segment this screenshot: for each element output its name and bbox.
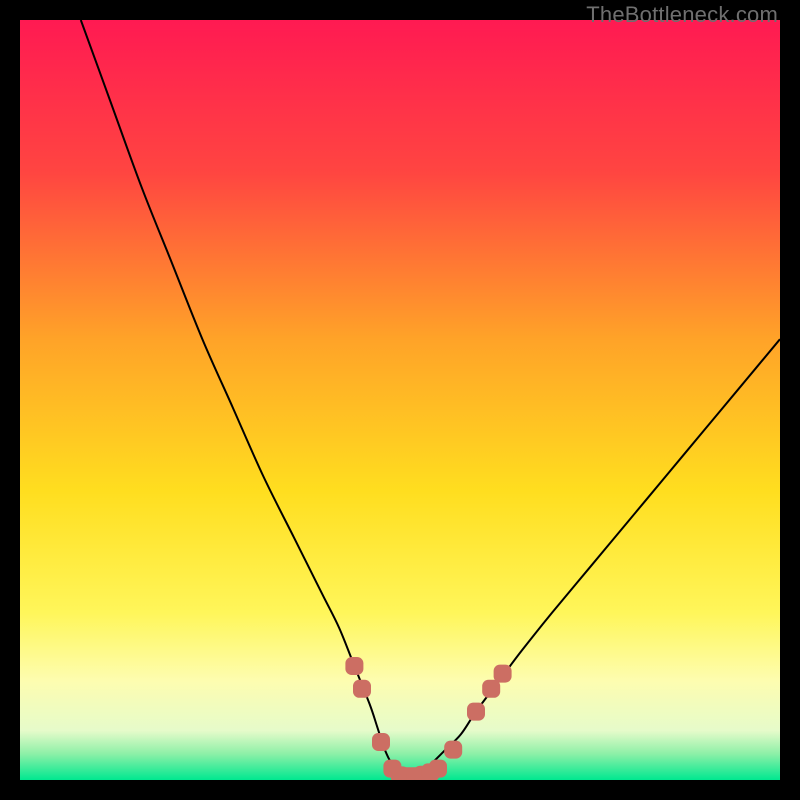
highlight-marker [467, 703, 485, 721]
chart-root: TheBottleneck.com [0, 0, 800, 800]
curve-layer [20, 20, 780, 780]
highlight-markers [345, 657, 511, 780]
bottleneck-curve [81, 20, 780, 777]
highlight-marker [429, 760, 447, 778]
watermark-text: TheBottleneck.com [586, 2, 778, 28]
highlight-marker [494, 665, 512, 683]
plot-area [20, 20, 780, 780]
highlight-marker [353, 680, 371, 698]
highlight-marker [345, 657, 363, 675]
highlight-marker [482, 680, 500, 698]
highlight-marker [444, 741, 462, 759]
highlight-marker [372, 733, 390, 751]
